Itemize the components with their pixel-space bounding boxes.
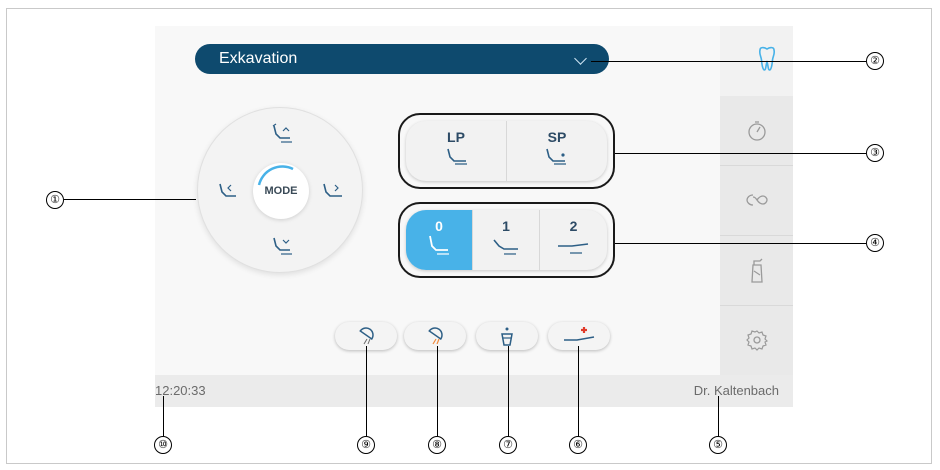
chevron-down-icon — [574, 52, 587, 65]
callout-2: ② — [866, 52, 884, 70]
mode-progress-arc — [257, 165, 294, 186]
sidebar-item-settings[interactable] — [720, 305, 793, 374]
device-screen: Exkavation MODE LP SP 0 1 2 12:20:33 Dr.… — [155, 26, 793, 407]
callout-line-10 — [163, 396, 164, 436]
callout-line-6 — [578, 346, 579, 436]
infinity-icon — [745, 194, 768, 206]
chair-upright-icon — [429, 235, 449, 255]
callout-9: ⑨ — [357, 436, 375, 454]
callout-4: ④ — [866, 234, 884, 252]
callout-line-4 — [615, 243, 866, 244]
callout-line-7 — [508, 346, 509, 436]
lp-button[interactable]: LP — [406, 121, 506, 181]
user-name: Dr. Kaltenbach — [693, 383, 779, 398]
callout-line-9 — [366, 346, 367, 436]
callout-6: ⑥ — [569, 436, 587, 454]
chair-position-wheel: MODE — [197, 107, 363, 273]
gear-icon — [745, 330, 768, 351]
chair-back-left-button[interactable] — [214, 176, 244, 202]
position-0-label: 0 — [435, 218, 443, 234]
position-0-button[interactable]: 0 — [406, 210, 472, 270]
chair-up-button[interactable] — [266, 120, 296, 146]
callout-7: ⑦ — [499, 436, 517, 454]
light-composite-button[interactable] — [404, 322, 466, 350]
position-1-button[interactable]: 1 — [473, 210, 539, 270]
lp-sp-pill: LP SP — [406, 121, 607, 181]
chair-last-position-icon — [447, 148, 467, 165]
callout-line-3 — [615, 153, 866, 154]
sp-button[interactable]: SP — [507, 121, 607, 181]
operating-light-composite-icon — [428, 327, 443, 345]
chair-reclined-icon — [493, 239, 518, 255]
chair-flat-icon — [557, 243, 588, 254]
sidebar-item-hygiene[interactable] — [720, 235, 793, 304]
callout-3: ③ — [866, 144, 884, 162]
emergency-position-icon — [564, 327, 595, 341]
callout-line-2 — [591, 61, 866, 62]
program-dropdown[interactable]: Exkavation — [195, 44, 609, 74]
sidebar — [720, 96, 793, 375]
lp-label: LP — [447, 129, 465, 145]
program-label: Exkavation — [219, 50, 298, 67]
callout-1: ① — [46, 191, 64, 209]
callout-line-1 — [64, 199, 196, 200]
operating-light-off-icon — [359, 327, 374, 345]
emergency-position-button[interactable] — [548, 322, 610, 350]
lp-sp-group: LP SP — [398, 113, 615, 189]
timer-icon — [747, 120, 766, 141]
callout-line-8 — [437, 346, 438, 436]
position-1-label: 1 — [502, 218, 510, 234]
spray-bottle-icon — [750, 258, 763, 283]
tooth-icon[interactable] — [751, 44, 783, 74]
cup-filler-button[interactable] — [476, 322, 538, 350]
sidebar-item-infinity[interactable] — [720, 165, 793, 234]
cup-filler-icon — [501, 327, 513, 346]
status-bar: 12:20:33 Dr. Kaltenbach — [155, 375, 793, 407]
preset-positions-pill: 0 1 2 — [406, 210, 607, 270]
chair-back-right-button[interactable] — [318, 176, 348, 202]
callout-5: ⑤ — [709, 436, 727, 454]
sidebar-item-timer[interactable] — [720, 96, 793, 165]
chair-spittoon-position-icon — [546, 148, 566, 165]
position-2-button[interactable]: 2 — [540, 210, 607, 270]
sp-label: SP — [547, 129, 567, 145]
callout-8: ⑧ — [428, 436, 446, 454]
callout-line-5 — [718, 396, 719, 436]
preset-positions-group: 0 1 2 — [398, 202, 615, 278]
callout-10: ⑩ — [154, 436, 172, 454]
chair-down-button[interactable] — [266, 232, 296, 258]
position-2-label: 2 — [569, 218, 578, 234]
